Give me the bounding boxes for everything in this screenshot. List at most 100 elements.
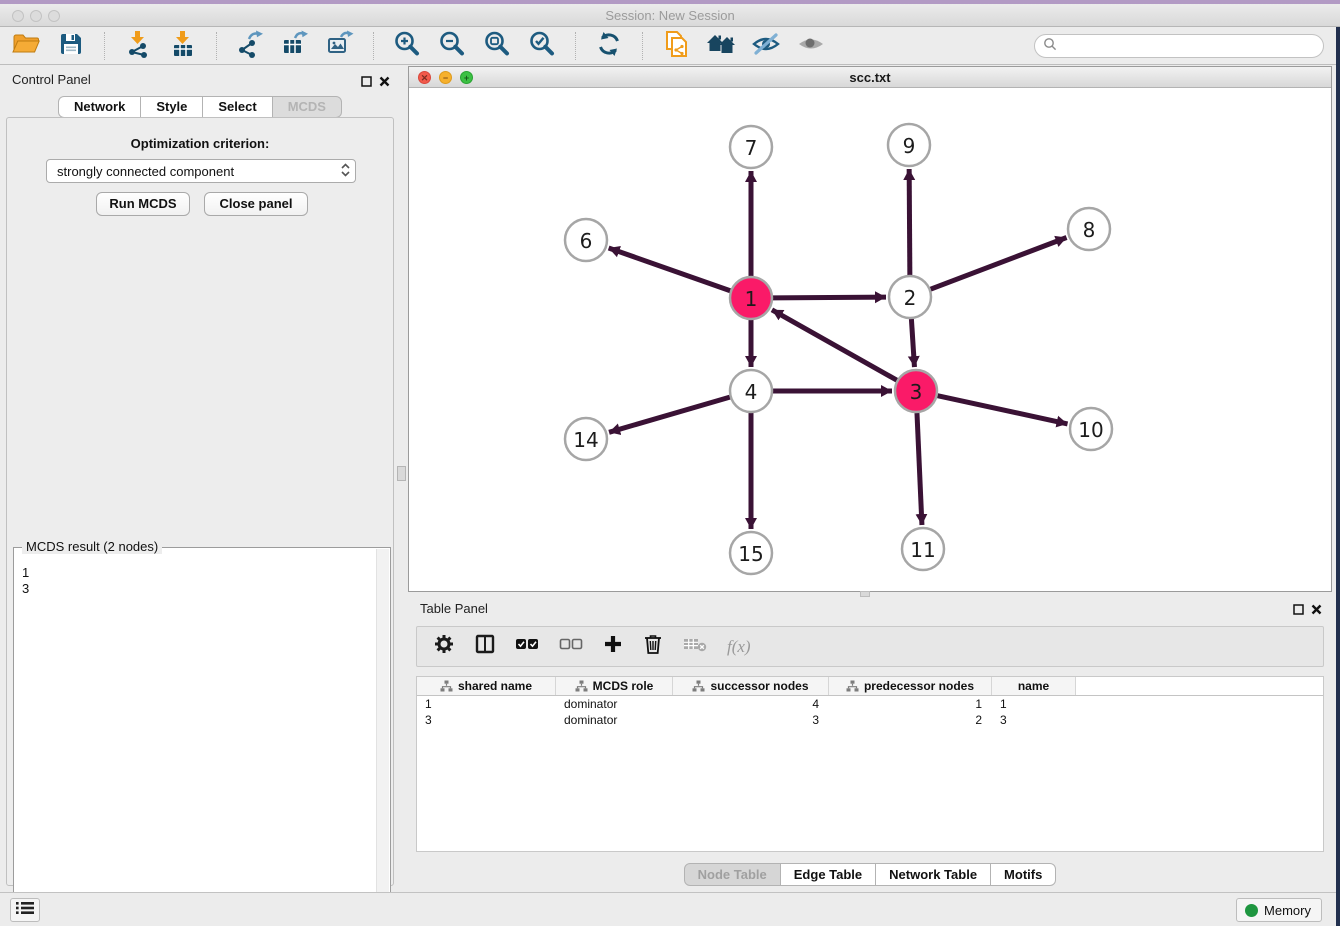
column-header-predecessor-nodes[interactable]: predecessor nodes xyxy=(829,677,992,695)
delete-table-button[interactable] xyxy=(683,636,707,657)
graph-edge-3-1[interactable] xyxy=(772,310,897,380)
float-table-panel-icon[interactable] xyxy=(1293,602,1304,613)
zoom-fit-icon xyxy=(483,30,511,63)
network-frame-titlebar[interactable]: ✕ − + scc.txt xyxy=(409,67,1331,88)
graph-edge-2-9[interactable] xyxy=(909,169,910,275)
close-panel-button[interactable]: Close panel xyxy=(204,192,308,216)
delete-columns-button[interactable] xyxy=(643,633,663,660)
zoom-in-button[interactable] xyxy=(391,30,423,62)
table-cell[interactable]: 1 xyxy=(417,696,556,712)
table-panel-title: Table Panel xyxy=(420,601,488,616)
select-all-columns-button[interactable] xyxy=(515,637,539,656)
graph-edge-2-8[interactable] xyxy=(931,238,1067,290)
table-toolbar: f(x) xyxy=(416,626,1324,667)
save-session-button[interactable] xyxy=(55,30,87,62)
close-table-panel-icon[interactable] xyxy=(1311,602,1322,613)
unchecked-boxes-icon xyxy=(559,637,583,656)
close-panel-icon[interactable] xyxy=(379,74,390,85)
tab-edge-table[interactable]: Edge Table xyxy=(780,863,876,886)
fit-content-button[interactable] xyxy=(481,30,513,62)
tab-network[interactable]: Network xyxy=(58,96,141,118)
search-field[interactable] xyxy=(1034,34,1324,58)
criterion-dropdown[interactable]: strongly connected component xyxy=(46,159,356,183)
eye-slash-icon xyxy=(751,31,781,62)
tab-network-table[interactable]: Network Table xyxy=(875,863,991,886)
graph-edge-2-3[interactable] xyxy=(911,319,914,367)
table-cell[interactable]: 3 xyxy=(992,712,1076,728)
mcds-tab-content: Optimization criterion: strongly connect… xyxy=(6,117,394,886)
import-network-icon xyxy=(125,30,151,63)
column-sort-icon xyxy=(440,680,453,692)
graph-edge-3-11[interactable] xyxy=(917,413,922,525)
column-header-shared-name[interactable]: shared name xyxy=(417,677,556,695)
network-canvas[interactable]: 7968124314101511 xyxy=(410,89,1330,590)
show-columns-button[interactable] xyxy=(475,634,495,659)
network-graph[interactable]: 7968124314101511 xyxy=(410,89,1332,592)
export-table-icon xyxy=(281,30,309,63)
graph-edge-1-6[interactable] xyxy=(609,248,731,291)
float-panel-icon[interactable] xyxy=(361,74,372,85)
table-cell[interactable]: 3 xyxy=(417,712,556,728)
zoom-out-button[interactable] xyxy=(436,30,468,62)
table-cell[interactable]: 3 xyxy=(673,712,829,728)
table-cell[interactable]: 1 xyxy=(992,696,1076,712)
column-header-mcds-role[interactable]: MCDS role xyxy=(556,677,673,695)
tab-node-table[interactable]: Node Table xyxy=(684,863,781,886)
network-document-icon xyxy=(663,30,689,63)
table-row[interactable]: 3dominator323 xyxy=(417,712,1323,728)
horizontal-split-grip[interactable] xyxy=(860,591,870,597)
eye-icon xyxy=(796,31,826,62)
memory-label: Memory xyxy=(1264,903,1311,918)
tab-select[interactable]: Select xyxy=(202,96,272,118)
table-options-button[interactable] xyxy=(433,633,455,660)
column-header-successor-nodes[interactable]: successor nodes xyxy=(673,677,829,695)
import-table-button[interactable] xyxy=(167,30,199,62)
network-frame-title: scc.txt xyxy=(409,70,1331,85)
search-input[interactable] xyxy=(1062,37,1323,55)
column-sort-icon xyxy=(846,680,859,692)
deselect-all-columns-button[interactable] xyxy=(559,637,583,656)
graph-edge-1-2[interactable] xyxy=(773,297,886,298)
export-image-button[interactable] xyxy=(324,30,356,62)
table-cell[interactable]: dominator xyxy=(556,696,673,712)
control-panel-header: Control Panel xyxy=(0,65,400,93)
toolbar-separator xyxy=(575,32,576,60)
split-columns-icon xyxy=(475,634,495,659)
tab-motifs[interactable]: Motifs xyxy=(990,863,1056,886)
graph-node-label-14: 14 xyxy=(573,428,598,452)
first-neighbors-button[interactable] xyxy=(705,30,737,62)
show-all-button[interactable] xyxy=(795,30,827,62)
update-view-button[interactable] xyxy=(593,30,625,62)
dropdown-stepper-icon xyxy=(340,162,351,181)
table-cell[interactable]: dominator xyxy=(556,712,673,728)
open-file-button[interactable] xyxy=(10,30,42,62)
tab-mcds[interactable]: MCDS xyxy=(272,96,342,118)
table-row[interactable]: 1dominator411 xyxy=(417,696,1323,712)
clone-network-button[interactable] xyxy=(660,30,692,62)
table-cell[interactable]: 2 xyxy=(829,712,992,728)
zoom-check-icon xyxy=(528,30,556,63)
window-title: Session: New Session xyxy=(0,8,1340,23)
graph-edge-3-10[interactable] xyxy=(937,396,1067,424)
table-cell[interactable]: 4 xyxy=(673,696,829,712)
vertical-split-grip[interactable] xyxy=(397,466,406,481)
zoom-in-icon xyxy=(393,30,421,63)
memory-button[interactable]: Memory xyxy=(1236,898,1322,922)
graph-node-label-1: 1 xyxy=(745,287,758,311)
table-header-row: shared nameMCDS rolesuccessor nodesprede… xyxy=(417,677,1323,696)
column-header-name[interactable]: name xyxy=(992,677,1076,695)
run-mcds-button[interactable]: Run MCDS xyxy=(96,192,190,216)
function-builder-button[interactable]: f(x) xyxy=(727,637,751,657)
export-network-button[interactable] xyxy=(234,30,266,62)
graph-edge-4-14[interactable] xyxy=(609,397,730,432)
create-column-button[interactable] xyxy=(603,634,623,659)
import-network-button[interactable] xyxy=(122,30,154,62)
gear-icon xyxy=(433,633,455,660)
table-cell[interactable]: 1 xyxy=(829,696,992,712)
tab-style[interactable]: Style xyxy=(140,96,203,118)
zoom-selected-button[interactable] xyxy=(526,30,558,62)
result-scrollbar[interactable] xyxy=(376,549,389,926)
export-table-button[interactable] xyxy=(279,30,311,62)
task-history-button[interactable] xyxy=(10,898,40,922)
hide-selected-button[interactable] xyxy=(750,30,782,62)
